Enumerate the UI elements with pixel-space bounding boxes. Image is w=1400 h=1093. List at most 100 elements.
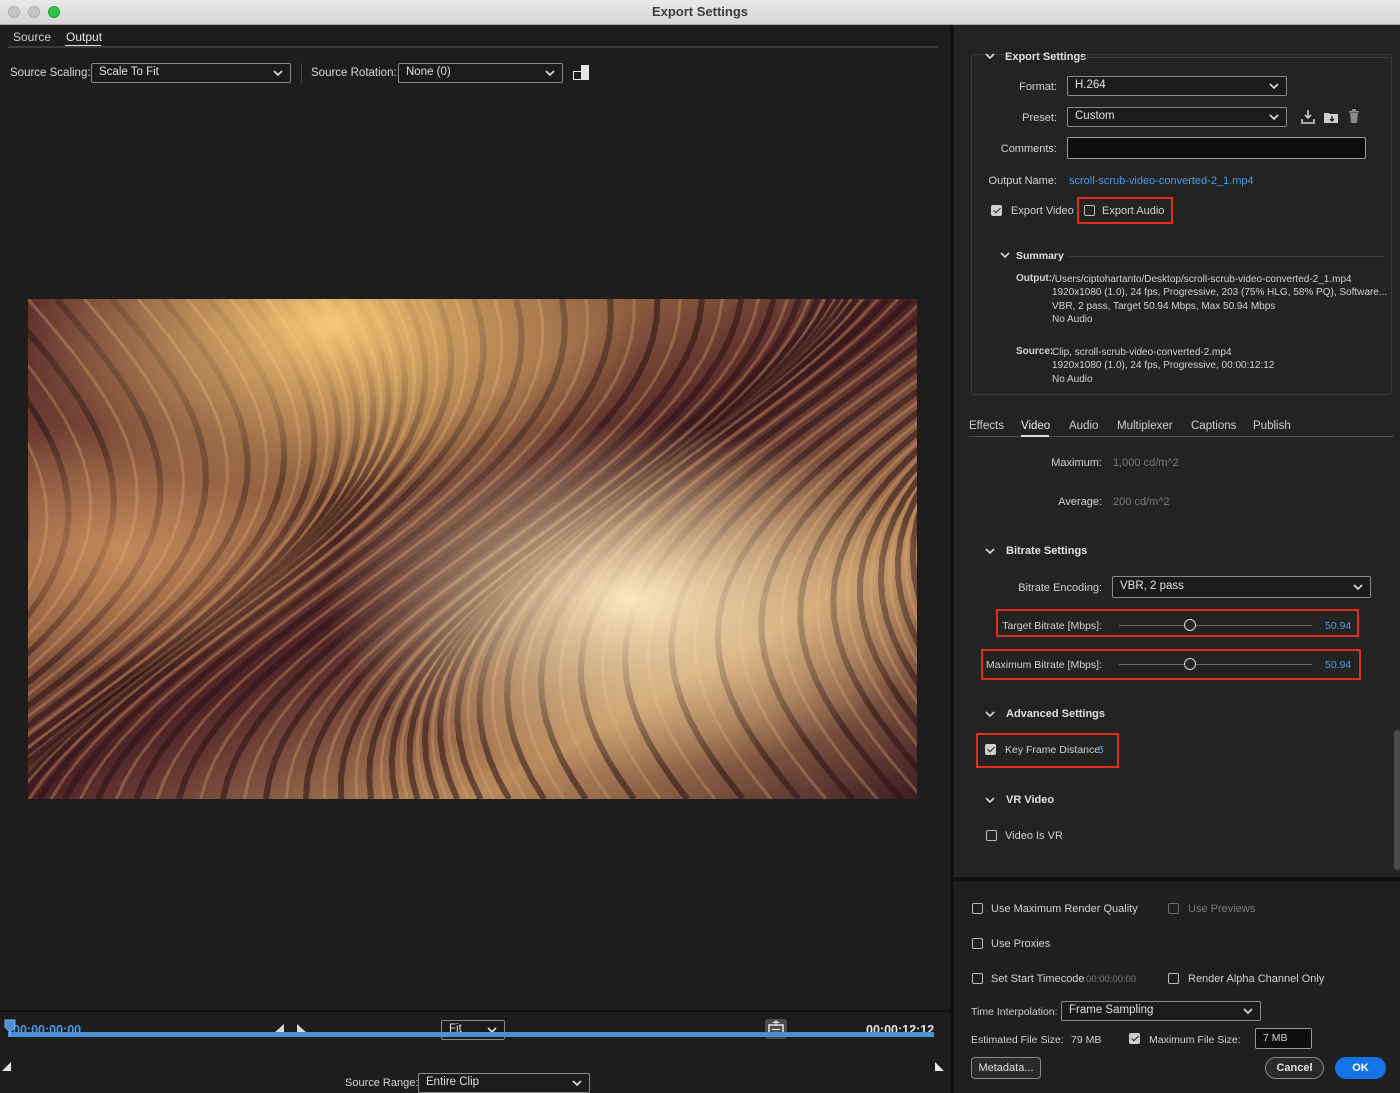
metadata-button[interactable]: Metadata... [971, 1057, 1041, 1079]
estimated-file-size-label: Estimated File Size: [971, 1034, 1064, 1046]
max-file-size-checkbox[interactable] [1129, 1033, 1140, 1044]
key-frame-distance-checkbox[interactable] [985, 744, 996, 755]
import-preset-icon[interactable] [1323, 109, 1339, 125]
timeline-track[interactable] [8, 1032, 934, 1037]
summary-output-details: /Users/ciptohartanto/Desktop/scroll-scru… [1052, 273, 1392, 326]
tab-output[interactable]: Output [66, 30, 102, 44]
tab-captions[interactable]: Captions [1191, 420, 1236, 432]
tab-source[interactable]: Source [13, 30, 51, 44]
chevron-down-icon [1243, 1008, 1253, 1015]
summary-source-details: Clip, scroll-scrub-video-converted-2.mp4… [1052, 346, 1392, 386]
export-video-label: Export Video [1011, 205, 1074, 217]
maximum-bitrate-label: Maximum Bitrate [Mbps]: [985, 659, 1102, 671]
target-bitrate-label: Target Bitrate [Mbps]: [1002, 620, 1102, 632]
bitrate-encoding-value: VBR, 2 pass [1120, 580, 1184, 592]
source-range-select[interactable]: Entire Clip [418, 1073, 590, 1093]
playhead-handle[interactable] [4, 1019, 16, 1037]
vr-video-heading: VR Video [1006, 794, 1055, 806]
video-is-vr-label: Video Is VR [1005, 830, 1063, 842]
summary-source-label: Source: [1016, 346, 1054, 357]
timeline-separator [0, 1010, 950, 1012]
max-file-size-value: 7 MB [1263, 1032, 1288, 1044]
summary-heading: Summary [1016, 250, 1064, 262]
crop-output-icon[interactable] [572, 64, 590, 81]
chevron-down-icon[interactable] [985, 51, 995, 61]
maximum-bitrate-value[interactable]: 50.94 [1325, 659, 1351, 671]
summary-output-label: Output: [1016, 273, 1053, 284]
max-render-quality-label: Use Maximum Render Quality [991, 903, 1138, 915]
use-proxies-checkbox[interactable] [972, 938, 983, 949]
use-previews-label: Use Previews [1188, 903, 1256, 915]
bitrate-encoding-label: Bitrate Encoding: [1018, 582, 1102, 594]
preset-label: Preset: [1022, 112, 1057, 124]
maximum-bitrate-slider-handle[interactable] [1184, 658, 1196, 670]
export-video-checkbox[interactable] [991, 205, 1002, 216]
video-is-vr-checkbox[interactable] [986, 830, 997, 841]
comments-label: Comments: [1000, 143, 1057, 155]
target-bitrate-value[interactable]: 50.94 [1325, 620, 1351, 632]
bitrate-encoding-select[interactable]: VBR, 2 pass [1112, 576, 1371, 598]
summary-source-line: Clip, scroll-scrub-video-converted-2.mp4 [1052, 347, 1232, 358]
comments-input[interactable] [1067, 137, 1366, 159]
source-range-label: Source Range: [345, 1077, 419, 1089]
export-audio-checkbox[interactable] [1084, 205, 1095, 216]
advanced-settings-heading: Advanced Settings [1006, 708, 1106, 720]
format-select[interactable]: H.264 [1067, 76, 1287, 96]
export-settings-heading: Export Settings [1005, 51, 1087, 63]
out-point-marker-icon[interactable] [934, 1062, 944, 1072]
preset-select[interactable]: Custom [1067, 107, 1287, 127]
preview-pane: Source Output Source Scaling: Scale To F… [0, 25, 950, 1093]
chevron-down-icon [273, 70, 283, 77]
output-name-link[interactable]: scroll-scrub-video-converted-2_1.mp4 [1069, 175, 1254, 187]
summary-output-line: /Users/ciptohartanto/Desktop/scroll-scru… [1052, 274, 1352, 285]
average-luminance-value: 200 cd/m^2 [1113, 496, 1170, 508]
cancel-button[interactable]: Cancel [1265, 1057, 1324, 1079]
tab-publish[interactable]: Publish [1253, 420, 1291, 432]
maximum-bitrate-slider-track[interactable] [1119, 664, 1312, 665]
tab-multiplexer[interactable]: Multiplexer [1117, 420, 1173, 432]
set-start-timecode-checkbox[interactable] [972, 973, 983, 984]
max-render-quality-checkbox[interactable] [972, 903, 983, 914]
settings-scrollbar[interactable] [1394, 730, 1400, 870]
chevron-down-icon [1269, 114, 1279, 121]
settings-pane: Export Settings Format: H.264 Preset: Cu… [954, 25, 1400, 1093]
chevron-down-icon [572, 1080, 582, 1087]
target-bitrate-slider-handle[interactable] [1184, 619, 1196, 631]
source-scaling-value: Scale To Fit [99, 66, 159, 78]
source-rotation-select[interactable]: None (0) [398, 63, 563, 83]
source-scaling-select[interactable]: Scale To Fit [91, 63, 291, 83]
zoom-level-select[interactable]: Fit [441, 1020, 505, 1040]
use-previews-checkbox[interactable] [1168, 903, 1179, 914]
source-scaling-label: Source Scaling: [10, 67, 91, 79]
summary-output-line: 1920x1080 (1.0), 24 fps, Progressive, 20… [1052, 287, 1388, 299]
max-file-size-input[interactable]: 7 MB [1255, 1028, 1312, 1049]
delete-preset-icon[interactable] [1346, 108, 1362, 124]
video-preview-frame [28, 299, 917, 799]
title-bar: Export Settings [0, 0, 1400, 25]
in-point-marker-icon[interactable] [2, 1062, 12, 1072]
target-bitrate-slider-track[interactable] [1119, 625, 1312, 626]
export-settings-group [971, 54, 1392, 395]
tab-audio[interactable]: Audio [1069, 420, 1098, 432]
chevron-down-icon[interactable] [1000, 250, 1010, 260]
tab-divider [8, 46, 938, 48]
start-timecode-value[interactable]: 00:00:00:00 [1086, 974, 1136, 985]
time-interpolation-label: Time Interpolation: [971, 1006, 1058, 1018]
save-preset-icon[interactable] [1300, 109, 1316, 125]
ok-button[interactable]: OK [1335, 1057, 1386, 1079]
summary-source-line: No Audio [1052, 373, 1093, 385]
chevron-down-icon[interactable] [985, 795, 995, 805]
key-frame-distance-label: Key Frame Distance: [1005, 744, 1104, 756]
chevron-down-icon[interactable] [985, 709, 995, 719]
summary-source-line: 1920x1080 (1.0), 24 fps, Progressive, 00… [1052, 360, 1275, 372]
tab-video[interactable]: Video [1021, 420, 1050, 432]
time-interpolation-select[interactable]: Frame Sampling [1061, 1001, 1261, 1021]
render-alpha-checkbox[interactable] [1168, 973, 1179, 984]
key-frame-distance-value[interactable]: 5 [1098, 744, 1104, 756]
output-name-label: Output Name: [988, 175, 1057, 187]
maximum-luminance-value: 1,000 cd/m^2 [1113, 457, 1179, 469]
chevron-down-icon[interactable] [985, 546, 995, 556]
tab-active-indicator [1021, 435, 1049, 437]
use-proxies-label: Use Proxies [991, 938, 1051, 950]
tab-effects[interactable]: Effects [969, 420, 1004, 432]
